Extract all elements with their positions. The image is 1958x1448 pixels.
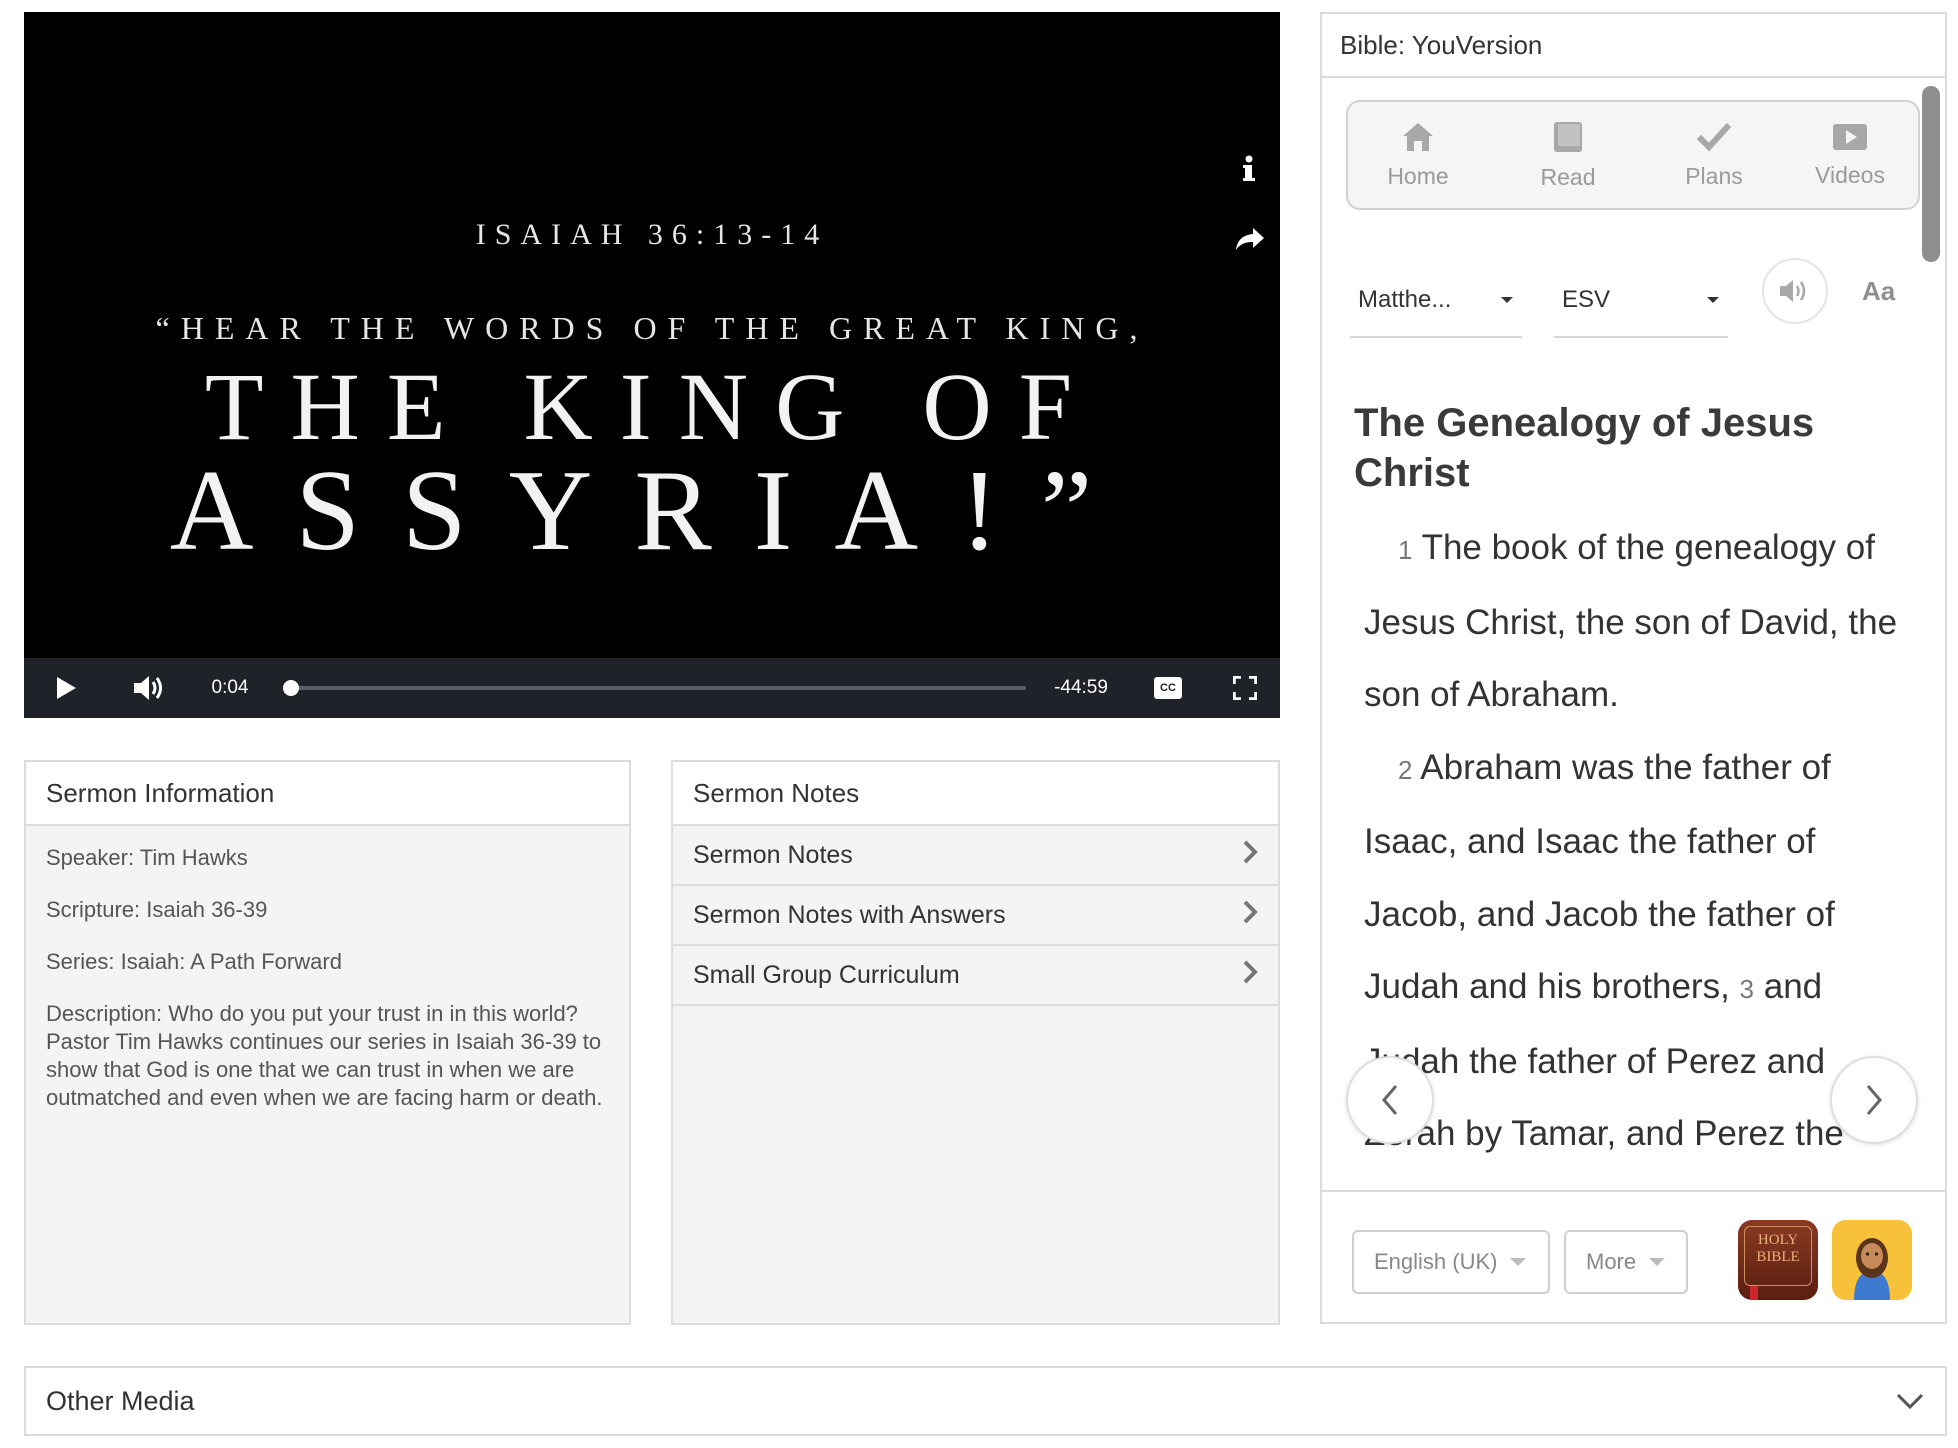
nav-home[interactable]: Home [1348,102,1488,208]
language-select-value: English (UK) [1374,1249,1498,1274]
notes-item-label: Sermon Notes [693,840,853,869]
language-select[interactable]: English (UK) [1352,1230,1550,1294]
speaker-icon [1780,280,1806,302]
book-select-value: Matthe... [1358,286,1452,313]
font-size-button[interactable]: Aa [1862,276,1895,307]
audio-button[interactable] [1762,258,1828,324]
nav-home-label: Home [1387,162,1449,189]
sermon-notes-with-answers-link[interactable]: Sermon Notes with Answers [673,886,1278,946]
small-group-curriculum-link[interactable]: Small Group Curriculum [673,946,1278,1006]
nav-plans[interactable]: Plans [1644,102,1784,208]
nav-videos[interactable]: Videos [1780,102,1920,208]
more-select[interactable]: More [1564,1230,1688,1294]
remaining-time: -44:59 [1054,677,1108,698]
chevron-right-icon [1242,839,1258,872]
previous-chapter-button[interactable] [1346,1056,1434,1144]
video-control-bar: 0:04 -44:59 CC [24,658,1280,718]
bible-reader: The Genealogy of Jesus Christ 1 The book… [1354,394,1914,1172]
other-media-title: Other Media [46,1385,195,1416]
scripture-text: Scripture: Isaiah 36-39 [46,897,268,922]
next-chapter-button[interactable] [1830,1056,1918,1144]
book-icon [1554,121,1582,152]
video-frame[interactable]: ISAIAH 36:13-14 “HEAR THE WORDS OF THE G… [24,12,1280,658]
verse-number: 2 [1398,754,1413,785]
other-media-accordion[interactable]: Other Media [24,1366,1947,1436]
version-select[interactable]: ESV [1554,264,1728,338]
sermon-notes-panel: Sermon Notes Sermon Notes Sermon Notes w… [671,760,1280,1325]
slide-scripture-reference: ISAIAH 36:13-14 [475,218,829,251]
info-icon[interactable] [1234,154,1264,184]
slide-title-line-2: ASSYRIA!” [169,447,1135,575]
nav-read[interactable]: Read [1498,102,1638,208]
progress-bar[interactable] [282,680,1026,696]
video-icon [1833,123,1867,150]
caret-down-icon [1501,297,1513,303]
chevron-right-icon [1242,959,1258,992]
app-icon-text: HOLY [1757,1232,1799,1248]
sermon-notes-link[interactable]: Sermon Notes [673,826,1278,886]
sermon-information-body: Speaker: Tim Hawks Scripture: Isaiah 36-… [26,826,629,1154]
nav-read-label: Read [1540,163,1596,190]
checkmark-icon [1696,122,1732,151]
fullscreen-icon[interactable] [1220,658,1270,718]
bible-footer: English (UK) More HOLY BIBLE [1322,1190,1945,1322]
caret-down-icon [1707,297,1719,303]
passage-heading: The Genealogy of Jesus Christ [1354,401,1815,495]
scrollbar-thumb[interactable] [1922,86,1940,262]
version-select-value: ESV [1562,286,1611,313]
verse-1: The book of the genealogy of Jesus Chris… [1364,528,1898,714]
speaker-text: Speaker: Tim Hawks [46,845,248,870]
home-icon [1403,122,1433,151]
bible-for-kids-app-icon[interactable] [1832,1220,1912,1300]
caret-down-icon [1649,1258,1666,1266]
bible-widget-title: Bible: YouVersion [1322,14,1945,78]
nav-videos-label: Videos [1815,161,1885,188]
play-icon[interactable] [44,658,88,718]
cc-label: CC [1154,677,1182,699]
elapsed-time: 0:04 [211,677,249,698]
chevron-right-icon [1242,899,1258,932]
caret-down-icon [1510,1258,1527,1266]
notes-item-label: Small Group Curriculum [693,960,960,989]
verse-number: 1 [1398,535,1413,565]
chevron-right-icon [1866,1085,1882,1115]
verse-number: 3 [1739,974,1754,1004]
series-text: Series: Isaiah: A Path Forward [46,949,342,974]
share-icon[interactable] [1234,224,1264,254]
slide-quote-line: “HEAR THE WORDS OF THE GREAT KING, [155,310,1149,346]
chevron-left-icon [1382,1085,1398,1115]
nav-plans-label: Plans [1685,162,1743,189]
closed-captions-button[interactable]: CC [1140,658,1196,718]
sermon-information-panel: Sermon Information Speaker: Tim Hawks Sc… [24,760,631,1325]
sermon-information-title: Sermon Information [26,762,629,826]
verse-text: 1 The book of the genealogy of Jesus Chr… [1354,512,1914,1172]
app-icon-text: BIBLE [1756,1249,1800,1265]
chevron-down-icon [1896,1393,1924,1410]
notes-item-label: Sermon Notes with Answers [693,900,1006,929]
volume-icon[interactable] [124,658,174,718]
progress-handle[interactable] [282,680,299,696]
sermon-notes-title: Sermon Notes [673,762,1278,826]
bible-widget: Bible: YouVersion Home Read Plans Videos… [1320,12,1947,1324]
description-text: Description: Who do you put your trust i… [46,1001,603,1110]
more-select-value: More [1586,1249,1637,1274]
bible-nav-bar: Home Read Plans Videos [1346,100,1920,210]
video-player[interactable]: ISAIAH 36:13-14 “HEAR THE WORDS OF THE G… [24,12,1280,718]
holy-bible-app-icon[interactable]: HOLY BIBLE [1738,1220,1818,1300]
book-select[interactable]: Matthe... [1350,264,1522,338]
